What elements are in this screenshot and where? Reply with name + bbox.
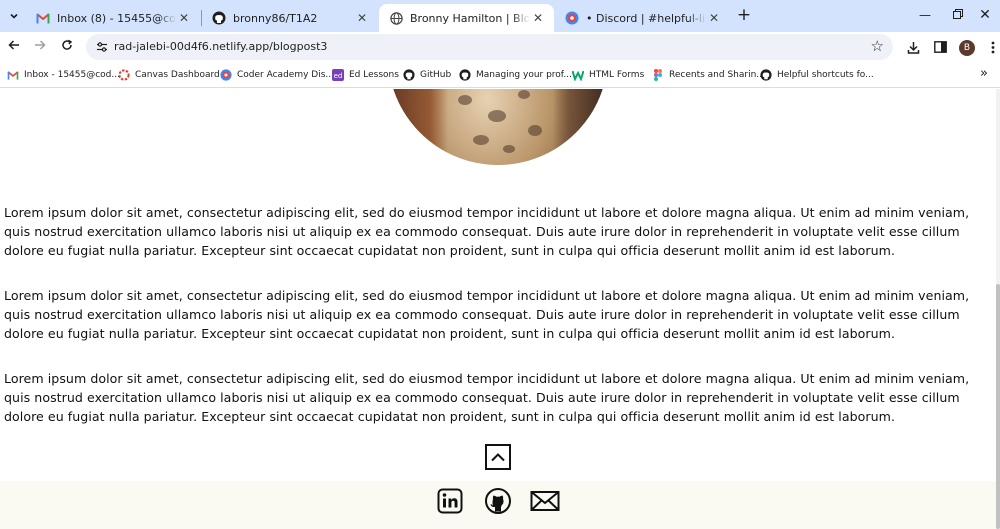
more-vertical-icon xyxy=(991,41,995,53)
blog-paragraph: Lorem ipsum dolor sit amet, consectetur … xyxy=(4,205,970,258)
bookmark-helpful-shortcuts[interactable]: Helpful shortcuts fo... xyxy=(760,67,874,83)
close-tab-icon[interactable]: ✕ xyxy=(176,10,192,26)
url-text[interactable]: rad-jalebi-00d4f6.netlify.app/blogpost3 xyxy=(114,40,327,53)
github-icon xyxy=(459,69,471,81)
tab-title: • Discord | #helpful-links | Coder Acade… xyxy=(586,11,706,25)
close-window-button[interactable]: ✕ xyxy=(970,4,1000,26)
tab-strip: Inbox (8) - 15455@coderacademy.edu.au ✕ … xyxy=(0,0,1000,32)
restore-icon xyxy=(953,9,963,19)
reload-button[interactable] xyxy=(57,37,77,57)
github-link[interactable] xyxy=(485,488,511,514)
close-tab-icon[interactable]: ✕ xyxy=(706,10,722,26)
site-info-icon[interactable] xyxy=(96,41,108,53)
figma-icon xyxy=(652,69,664,81)
hero-spot xyxy=(518,90,530,99)
tab-title: bronny86/T1A2 xyxy=(233,11,318,25)
more-bookmarks-chevron-icon[interactable]: » xyxy=(980,66,988,81)
bookmark-recents-sharing[interactable]: Recents and Sharin... xyxy=(652,67,765,83)
bookmark-label: Recents and Sharin... xyxy=(669,70,765,80)
github-icon xyxy=(403,69,415,81)
bookmark-label: Managing your prof... xyxy=(476,70,572,80)
scrollbar-thumb[interactable] xyxy=(996,284,1000,529)
github-icon xyxy=(760,69,772,81)
tab-title: Inbox (8) - 15455@coderacademy.edu.au xyxy=(57,11,176,25)
side-panel-button[interactable] xyxy=(930,37,950,57)
profile-button[interactable]: B xyxy=(957,37,977,57)
arrow-left-icon xyxy=(8,40,19,50)
bookmark-canvas[interactable]: Canvas Dashboard xyxy=(118,67,220,83)
page-scrollbar[interactable] xyxy=(996,89,1000,529)
hero-shadow-right xyxy=(553,89,608,165)
globe-icon xyxy=(389,11,403,25)
reload-icon xyxy=(62,39,73,50)
back-button[interactable] xyxy=(4,37,24,57)
github-icon xyxy=(485,488,511,514)
side-panel-icon xyxy=(933,41,947,53)
bookmark-label: GitHub xyxy=(420,70,452,80)
tab-gmail[interactable]: Inbox (8) - 15455@coderacademy.edu.au ✕ xyxy=(26,4,200,32)
bookmark-coder-academy-discord[interactable]: Coder Academy Dis... xyxy=(220,67,334,83)
scroll-to-top-button[interactable] xyxy=(485,444,511,470)
hero-spot xyxy=(473,135,489,145)
restore-button[interactable] xyxy=(943,4,973,26)
tab-search-button[interactable] xyxy=(3,5,25,27)
bookmark-label: Coder Academy Dis... xyxy=(237,70,334,80)
tab-github[interactable]: bronny86/T1A2 ✕ xyxy=(202,4,378,32)
avatar: B xyxy=(959,40,975,56)
bookmarks-bar: Inbox - 15455@cod... Canvas Dashboard Co… xyxy=(0,62,1000,88)
bookmark-star-icon[interactable]: ☆ xyxy=(871,37,884,55)
chevron-up-icon xyxy=(491,453,505,462)
bookmark-managing-profile[interactable]: Managing your prof... xyxy=(459,67,572,83)
download-icon xyxy=(907,41,919,54)
arrow-right-icon xyxy=(35,40,46,50)
gmail-icon xyxy=(36,11,50,25)
w3schools-icon xyxy=(572,69,584,81)
svg-text:ed: ed xyxy=(334,72,343,80)
linkedin-link[interactable] xyxy=(437,488,463,514)
bookmark-label: Canvas Dashboard xyxy=(135,70,220,80)
gmail-icon xyxy=(7,69,19,81)
bookmark-html-forms[interactable]: HTML Forms xyxy=(572,67,644,83)
forward-button[interactable] xyxy=(30,37,50,57)
blog-hero-image xyxy=(388,89,608,165)
bookmark-ed-lessons[interactable]: ed Ed Lessons xyxy=(332,67,399,83)
chevron-down-icon xyxy=(10,13,18,19)
bookmark-github[interactable]: GitHub xyxy=(403,67,451,83)
hero-spot xyxy=(528,125,542,136)
ed-icon: ed xyxy=(332,69,344,81)
bookmark-label: Inbox - 15455@cod... xyxy=(24,70,120,80)
bookmark-label: Ed Lessons xyxy=(349,70,399,80)
close-tab-icon[interactable]: ✕ xyxy=(530,10,546,26)
bookmark-gmail[interactable]: Inbox - 15455@cod... xyxy=(7,67,120,83)
bookmark-label: Helpful shortcuts fo... xyxy=(777,70,874,80)
page-footer xyxy=(0,481,1000,529)
email-link[interactable] xyxy=(530,488,560,514)
hero-spot xyxy=(458,95,472,105)
minimize-button[interactable]: — xyxy=(910,4,940,26)
hero-spot xyxy=(503,145,515,153)
page-viewport: Lorem ipsum dolor sit amet, consectetur … xyxy=(0,89,1000,529)
canvas-icon xyxy=(118,69,130,81)
menu-button[interactable] xyxy=(983,37,1000,57)
address-bar[interactable]: rad-jalebi-00d4f6.netlify.app/blogpost3 … xyxy=(86,34,893,60)
hero-shadow-left xyxy=(388,89,448,165)
new-tab-button[interactable]: + xyxy=(735,6,753,24)
close-tab-icon[interactable]: ✕ xyxy=(354,10,370,26)
tab-title: Bronny Hamilton | Blog Post xyxy=(410,11,530,25)
mail-icon xyxy=(530,491,560,511)
blog-paragraph: Lorem ipsum dolor sit amet, consectetur … xyxy=(4,288,970,341)
browser-toolbar: rad-jalebi-00d4f6.netlify.app/blogpost3 … xyxy=(0,32,1000,62)
tab-discord[interactable]: • Discord | #helpful-links | Coder Acade… xyxy=(555,4,730,32)
blog-paragraph: Lorem ipsum dolor sit amet, consectetur … xyxy=(4,371,970,424)
github-icon xyxy=(212,11,226,25)
bookmark-label: HTML Forms xyxy=(589,70,645,80)
discord-icon xyxy=(565,11,579,25)
linkedin-icon xyxy=(437,488,463,514)
hero-spot xyxy=(488,110,506,122)
downloads-button[interactable] xyxy=(903,37,923,57)
discord-icon xyxy=(220,69,232,81)
tab-blog-post[interactable]: Bronny Hamilton | Blog Post ✕ xyxy=(379,4,554,32)
